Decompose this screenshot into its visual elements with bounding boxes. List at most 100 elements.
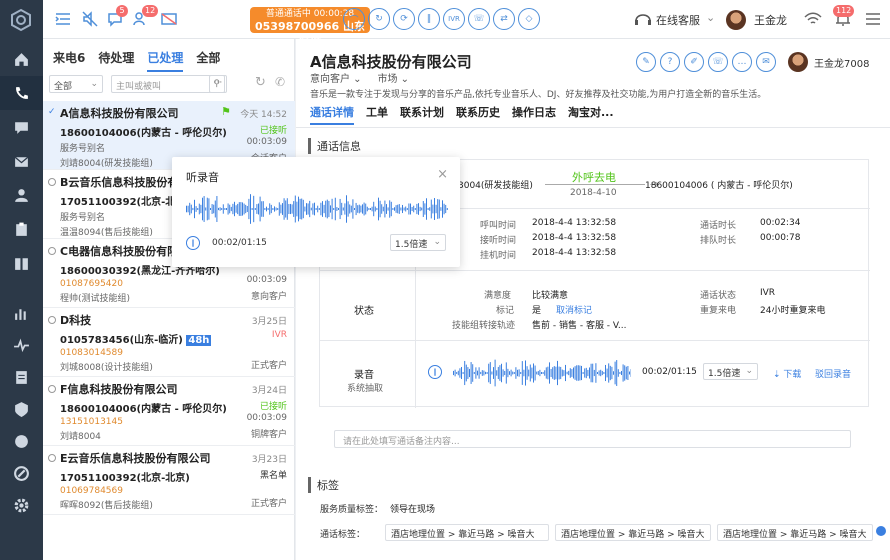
popup-speed-select[interactable]: 1.5倍速 ⌄ <box>390 234 446 251</box>
tab-pending[interactable]: 待处理 <box>98 49 134 72</box>
user-menu[interactable]: 王金龙 <box>726 10 787 30</box>
item-status: 黑名单 <box>259 471 287 481</box>
settings-icon[interactable] <box>0 488 43 522</box>
mute-icon[interactable] <box>80 9 100 29</box>
popup-waveform[interactable] <box>186 191 448 227</box>
radio-icon[interactable] <box>48 316 56 324</box>
quality-label: 服务质量标签： <box>320 505 384 515</box>
tab-plan[interactable]: 联系计划 <box>400 104 444 125</box>
add-tag-icon[interactable] <box>876 526 886 536</box>
pulse-icon[interactable] <box>0 328 43 362</box>
tab-ticket[interactable]: 工单 <box>366 104 388 125</box>
mail-button[interactable]: ✉ <box>756 52 776 72</box>
wifi-icon <box>804 12 822 24</box>
label-satisfaction: 满意度 <box>484 291 512 301</box>
chat-icon[interactable] <box>0 110 43 144</box>
help-button[interactable]: ? <box>660 52 680 72</box>
collapse-menu-icon[interactable] <box>53 9 73 29</box>
label-call-status: 通话状态 <box>700 291 737 301</box>
pause-icon[interactable]: ‖ <box>186 236 200 250</box>
message-icon[interactable] <box>0 424 43 458</box>
tab-incoming[interactable]: 来电6 <box>53 49 85 72</box>
menu-icon[interactable] <box>863 9 883 29</box>
list-item[interactable]: F信息科技股份有限公司 3月24日 18600104006(内蒙古 - 呼伦贝尔… <box>43 377 295 446</box>
label-record-sub: 系统抽取 <box>347 384 384 394</box>
book-icon[interactable] <box>0 246 43 280</box>
close-icon[interactable]: × <box>437 167 448 182</box>
transfer-button[interactable]: ⟳ <box>393 8 415 30</box>
tab-log[interactable]: 操作日志 <box>512 104 556 125</box>
item-sub1: 01069784569 <box>60 486 123 496</box>
search-input[interactable]: 主叫或被叫 ⚲ <box>111 75 225 93</box>
list-item[interactable]: E云音乐信息科技股份有限公司 3月23日 17051100392(北京-北京) … <box>43 446 295 515</box>
item-date: 今天 14:52 <box>240 110 287 120</box>
list-item[interactable]: D科技 3月25日 0105783456(山东-临沂) 48h IVR 0108… <box>43 308 295 377</box>
tab-processed[interactable]: 已处理 <box>147 49 184 72</box>
refresh-icon[interactable]: ↻ <box>255 75 266 90</box>
bar-chart-icon[interactable] <box>0 296 43 330</box>
message-button[interactable]: … <box>732 52 752 72</box>
item-phone: 17051100392(北京-北京) <box>60 473 190 484</box>
tag-button[interactable]: ◇ <box>518 8 540 30</box>
chevron-down-icon: ⌄ <box>745 366 753 376</box>
report-icon[interactable] <box>0 360 43 394</box>
tab-call-detail[interactable]: 通话详情 <box>310 104 354 125</box>
radio-icon[interactable] <box>48 454 56 462</box>
item-tag: 正式客户 <box>250 499 287 509</box>
consult-button[interactable]: ☏ <box>468 8 490 30</box>
contacts-badge: 12 <box>142 5 159 17</box>
owner-name: 王金龙7008 <box>814 58 870 70</box>
edit-button[interactable]: ✎ <box>636 52 656 72</box>
no-mail-icon[interactable] <box>159 9 179 29</box>
filter-value: 全部 <box>54 82 73 92</box>
recording-popup: 听录音 × ‖ 00:02/01:15 1.5倍速 ⌄ <box>172 157 460 267</box>
filter-select[interactable]: 全部 ⌄ <box>49 75 103 93</box>
tab-all[interactable]: 全部 <box>196 49 220 72</box>
tab-history[interactable]: 联系历史 <box>456 104 500 125</box>
call-tag-select[interactable]: 酒店地理位置 > 靠近马路 > 噪音大 <box>717 524 873 541</box>
hangup-button[interactable]: ⌒ <box>343 8 365 30</box>
item-sub1: 01083014589 <box>60 348 123 358</box>
customer-icon[interactable] <box>0 178 43 212</box>
radio-icon[interactable] <box>48 385 56 393</box>
radio-icon[interactable] <box>48 178 56 186</box>
hold-button[interactable]: ↻ <box>368 8 390 30</box>
note-button[interactable]: ✐ <box>684 52 704 72</box>
audio-waveform[interactable] <box>453 356 631 390</box>
clipboard-icon[interactable] <box>0 212 43 246</box>
call-button[interactable]: ☏ <box>708 52 728 72</box>
speed-select[interactable]: 1.5倍速 ⌄ <box>703 363 758 380</box>
link-icon[interactable] <box>0 456 43 490</box>
item-phone-tag: 48h <box>186 335 212 346</box>
cancel-mark-link[interactable]: 取消标记 <box>556 303 592 316</box>
call-status-text: 普通通话中 <box>265 9 311 19</box>
call-tag-label: 通话标签： <box>320 530 366 540</box>
popup-title: 听录音 <box>186 171 219 184</box>
home-icon[interactable] <box>0 42 43 76</box>
tab-taobao[interactable]: 淘宝对... <box>568 104 614 125</box>
value-answer-time: 2018-4-4 13:32:58 <box>532 233 617 243</box>
agent-status-dropdown[interactable]: 在线客服 <box>656 12 700 28</box>
call-tag-select[interactable]: 酒店地理位置 > 靠近马路 > 噪音大 <box>385 524 549 541</box>
notes-input[interactable]: 请在此处填写通话备注内容... <box>334 430 851 448</box>
three-way-button[interactable]: ⇄ <box>493 8 515 30</box>
phone-filter-icon[interactable]: ✆ <box>275 75 285 89</box>
item-status: 已接听 <box>259 126 287 136</box>
more-button[interactable]: ··· <box>209 75 227 93</box>
quality-icon[interactable] <box>0 392 43 426</box>
mail-icon[interactable] <box>0 144 43 178</box>
customer-source[interactable]: 市场 <box>377 74 397 85</box>
download-link[interactable]: ⇣ 下载 <box>773 367 801 380</box>
customer-level[interactable]: 意向客户 <box>310 74 350 85</box>
phone-icon[interactable] <box>0 76 43 110</box>
flag-icon[interactable]: ⚑ <box>221 105 231 118</box>
item-tag: 铜牌客户 <box>250 430 287 440</box>
pause-button[interactable]: ‖ <box>418 8 440 30</box>
owner[interactable]: 王金龙7008 <box>788 52 869 72</box>
radio-icon[interactable] <box>48 247 56 255</box>
call-tag-select[interactable]: 酒店地理位置 > 靠近马路 > 噪音大 <box>555 524 711 541</box>
reject-recording-link[interactable]: 驳回录音 <box>815 367 851 380</box>
section-tags: 标签 <box>308 477 339 493</box>
ivr-button[interactable]: IVR <box>443 8 465 30</box>
pause-icon[interactable]: ‖ <box>428 365 442 379</box>
